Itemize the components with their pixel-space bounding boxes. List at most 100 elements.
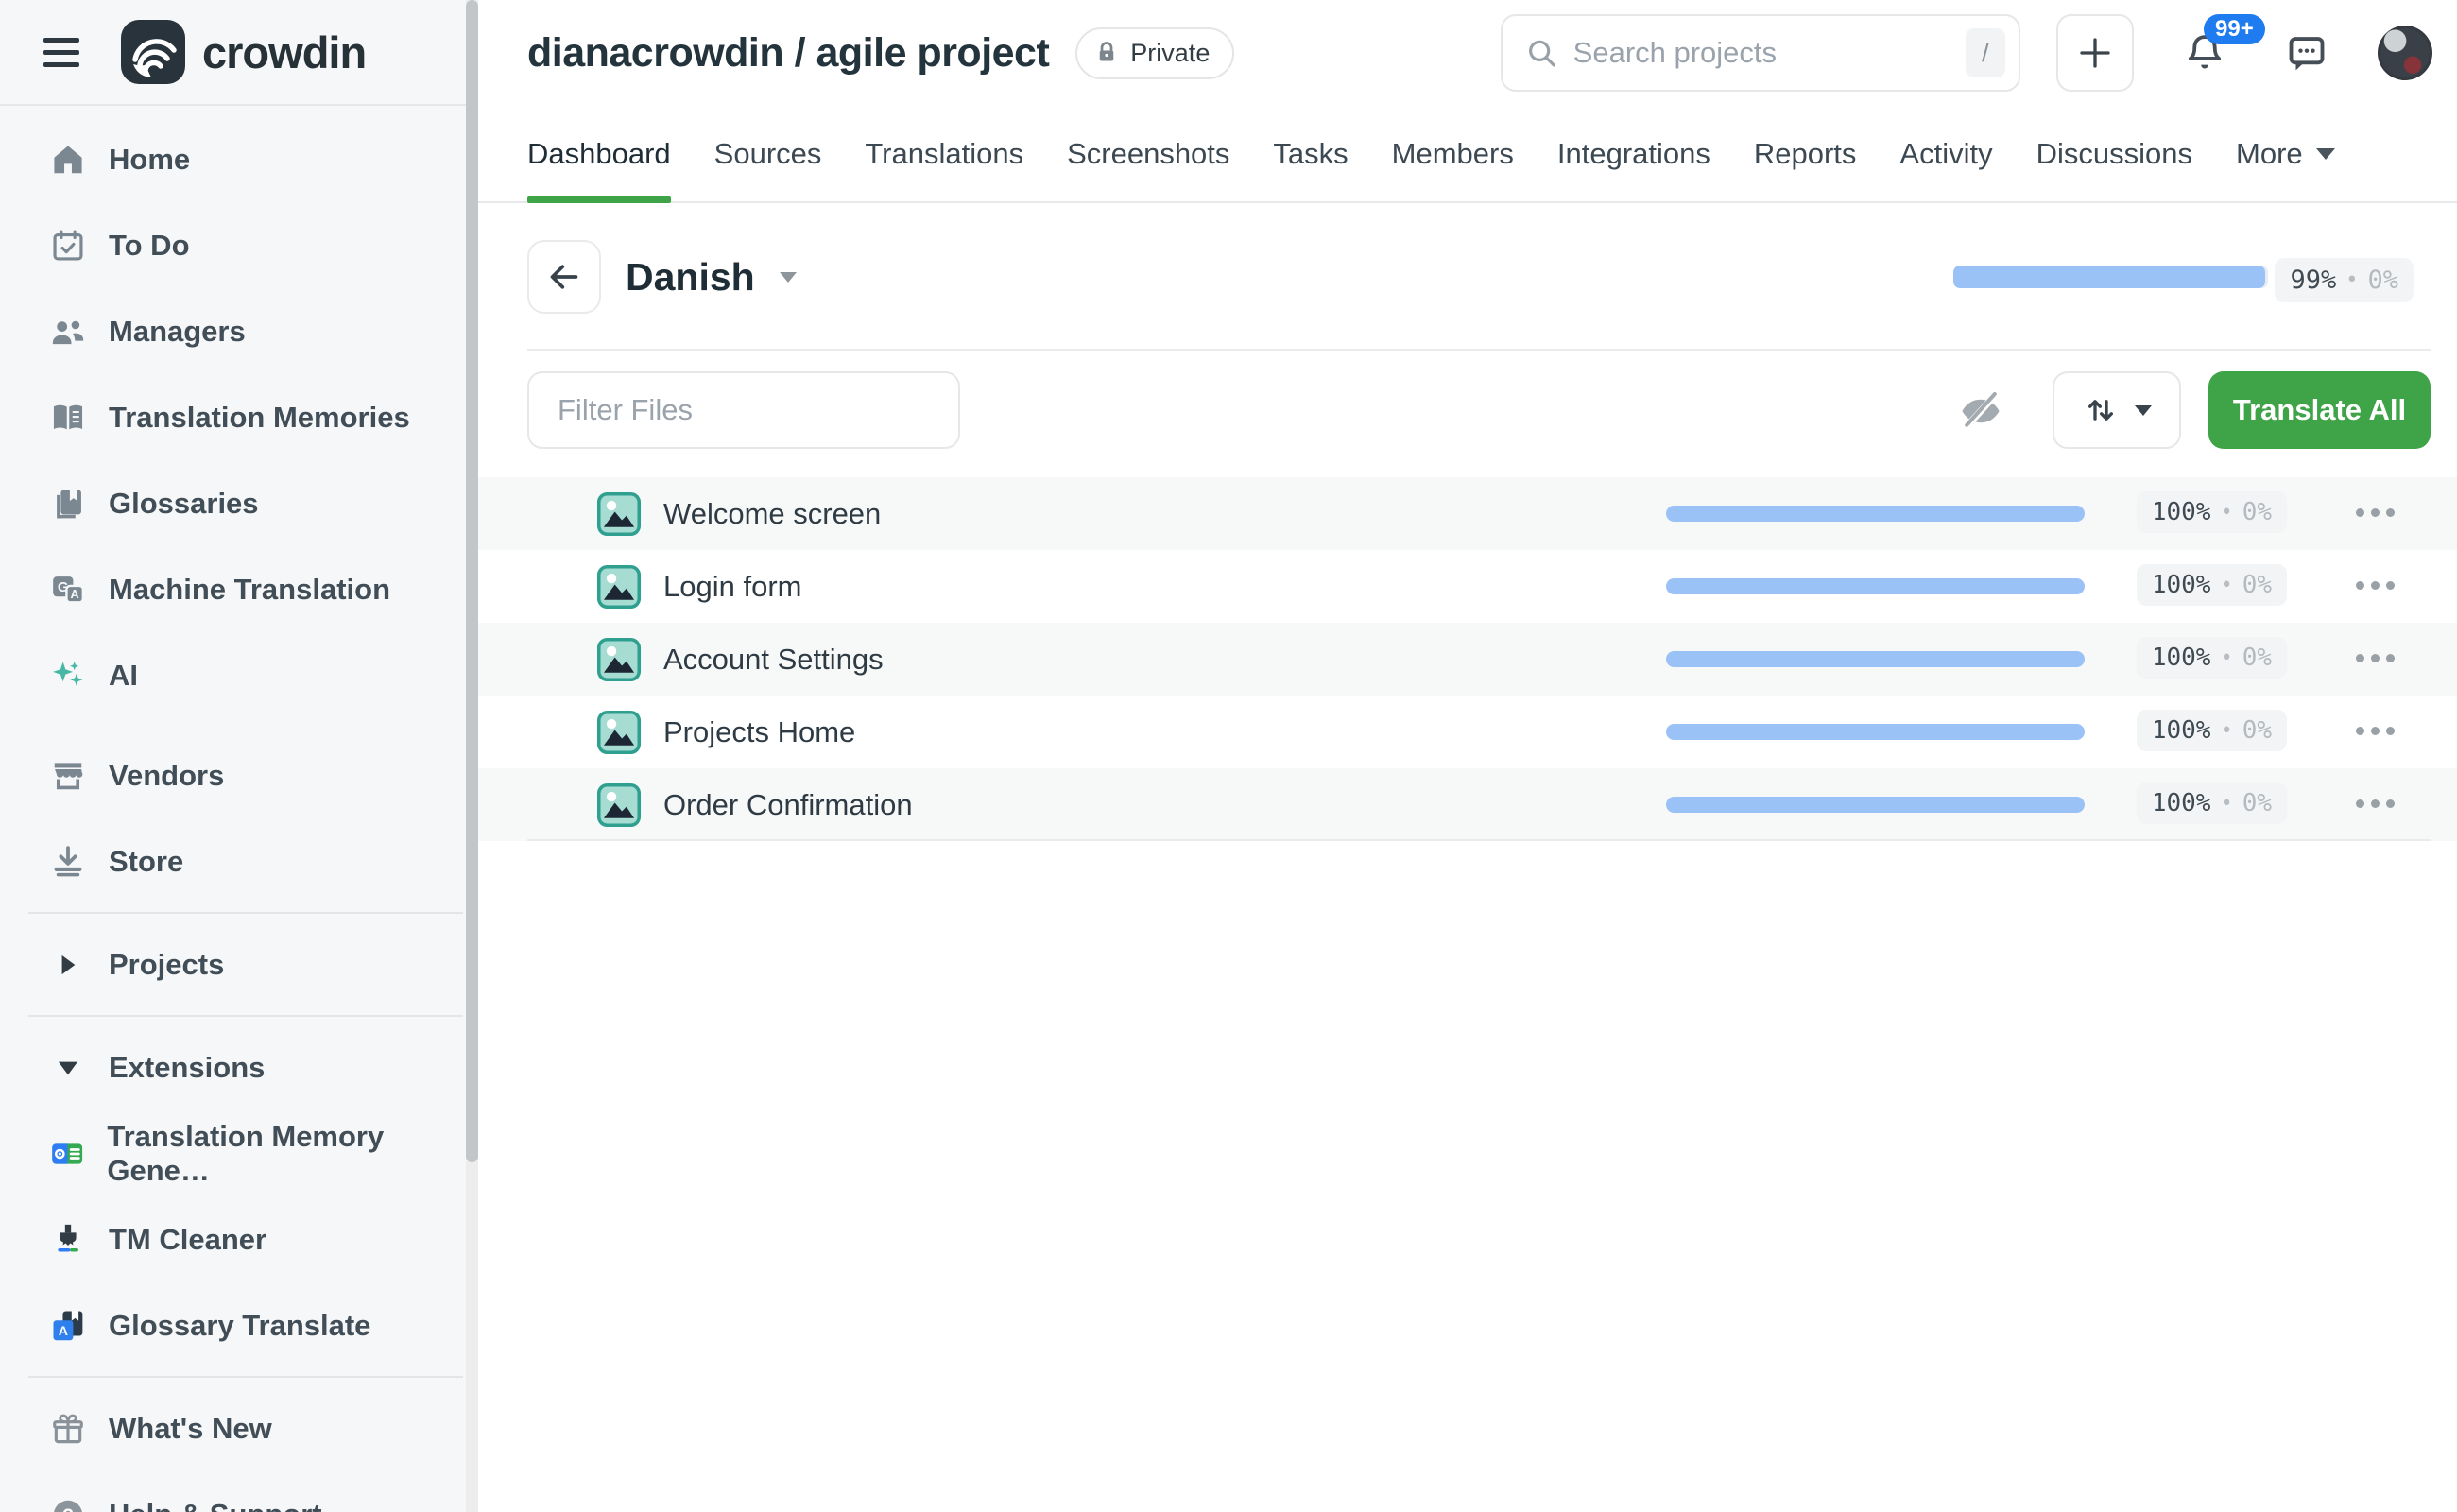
sidebar-item-managers[interactable]: Managers	[0, 288, 478, 374]
sidebar-item-whats-new[interactable]: What's New	[0, 1385, 478, 1471]
privacy-badge: Private	[1075, 27, 1234, 79]
sidebar-item-glossaries[interactable]: Glossaries	[0, 460, 478, 546]
screenshot-file-icon	[595, 563, 643, 610]
crowdin-logo[interactable]: crowdin	[121, 20, 366, 84]
crowdin-project-screen: crowdin Home To Do Managers Translation …	[0, 0, 2457, 1512]
plus-icon	[2076, 34, 2114, 72]
sort-arrows-icon	[2082, 391, 2120, 429]
create-project-button[interactable]	[2056, 14, 2134, 92]
filter-box	[527, 371, 960, 449]
chat-icon	[2285, 31, 2328, 75]
language-progress-fill	[1953, 266, 2265, 288]
sidebar-nav: Home To Do Managers Translation Memories…	[0, 106, 478, 1512]
sidebar-item-translation-memories[interactable]: Translation Memories	[0, 374, 478, 460]
chevron-right-icon	[58, 953, 78, 977]
hamburger-menu-icon[interactable]	[43, 38, 81, 67]
sidebar-item-todo[interactable]: To Do	[0, 202, 478, 288]
tab-activity[interactable]: Activity	[1899, 106, 1992, 201]
sidebar-divider	[28, 1376, 463, 1378]
file-progress-bar	[1666, 724, 2085, 740]
sidebar-item-glossary-translate[interactable]: A Glossary Translate	[0, 1282, 478, 1368]
tab-sources[interactable]: Sources	[714, 106, 822, 201]
language-selector[interactable]: Danish	[626, 203, 797, 351]
sidebar-item-label: What's New	[109, 1412, 272, 1446]
file-row: Welcome screen 100%•0%	[478, 477, 2457, 550]
sidebar-item-tm-generator[interactable]: Translation Memory Gene…	[0, 1110, 478, 1196]
sidebar-item-label: Store	[109, 845, 183, 879]
translation-memories-icon	[50, 400, 86, 436]
tab-screenshots[interactable]: Screenshots	[1067, 106, 1229, 201]
back-button[interactable]	[527, 240, 601, 314]
tab-members[interactable]: Members	[1392, 106, 1514, 201]
screenshot-file-icon	[595, 490, 643, 538]
sidebar-scrollbar-thumb[interactable]	[466, 0, 478, 1162]
language-panel: Danish 99% • 0%	[478, 203, 2457, 351]
sidebar-item-label: Home	[109, 143, 190, 177]
screenshot-file-icon	[595, 636, 643, 683]
tab-reports[interactable]: Reports	[1754, 106, 1857, 201]
file-name-link[interactable]: Welcome screen	[663, 497, 881, 531]
tab-dashboard[interactable]: Dashboard	[527, 106, 671, 201]
tab-tasks[interactable]: Tasks	[1273, 106, 1348, 201]
messages-button[interactable]	[2285, 31, 2328, 75]
file-actions-menu[interactable]	[2356, 727, 2395, 735]
sidebar-item-projects[interactable]: Projects	[0, 921, 478, 1007]
sidebar-item-home[interactable]: Home	[0, 116, 478, 202]
help-icon: ?	[50, 1497, 86, 1512]
sidebar-item-store[interactable]: Store	[0, 818, 478, 904]
filter-files-input[interactable]	[529, 373, 958, 447]
notifications-count-badge: 99+	[2204, 14, 2265, 44]
sidebar-item-machine-translation[interactable]: GA Machine Translation	[0, 546, 478, 632]
file-progress-stats: 100%•0%	[2137, 637, 2287, 679]
tab-translations[interactable]: Translations	[865, 106, 1023, 201]
tab-integrations[interactable]: Integrations	[1557, 106, 1710, 201]
user-avatar[interactable]	[2378, 26, 2432, 80]
chevron-down-icon	[780, 272, 797, 283]
crowdin-logo-icon	[121, 20, 185, 84]
file-name-link[interactable]: Account Settings	[663, 643, 884, 677]
sidebar-item-label: AI	[109, 659, 138, 693]
file-actions-menu[interactable]	[2356, 581, 2395, 590]
file-actions-menu[interactable]	[2356, 799, 2395, 808]
file-progress-stats: 100%•0%	[2137, 782, 2287, 824]
sidebar-item-tm-cleaner[interactable]: TM Cleaner	[0, 1196, 478, 1282]
screenshot-file-icon	[595, 782, 643, 829]
crowdin-wordmark: crowdin	[202, 26, 366, 78]
file-row: Account Settings 100%•0%	[478, 623, 2457, 696]
sidebar-item-help-support[interactable]: ? Help & Support	[0, 1471, 478, 1512]
sidebar-item-extensions[interactable]: Extensions	[0, 1024, 478, 1110]
chevron-down-icon	[56, 1057, 80, 1078]
sidebar-item-ai[interactable]: AI	[0, 632, 478, 718]
notifications-button[interactable]: 99+	[2183, 31, 2226, 75]
file-progress-bar	[1666, 578, 2085, 594]
sidebar-item-vendors[interactable]: Vendors	[0, 732, 478, 818]
file-row: Order Confirmation 100%•0%	[478, 768, 2457, 841]
sidebar-item-label: To Do	[109, 229, 190, 263]
search-input[interactable]	[1558, 16, 1966, 90]
translate-all-button[interactable]: Translate All	[2208, 371, 2431, 449]
file-row: Login form 100%•0%	[478, 550, 2457, 623]
file-name-link[interactable]: Order Confirmation	[663, 788, 913, 822]
lock-icon	[1092, 39, 1121, 67]
screenshot-file-icon	[595, 709, 643, 756]
home-icon	[50, 142, 86, 178]
vendors-icon	[50, 758, 86, 794]
file-name-link[interactable]: Projects Home	[663, 715, 855, 749]
file-actions-menu[interactable]	[2356, 654, 2395, 662]
file-actions-menu[interactable]	[2356, 508, 2395, 517]
managers-icon	[50, 314, 86, 350]
main-header: dianacrowdin / agile project Private /	[478, 0, 2457, 106]
tab-more[interactable]: More	[2236, 106, 2335, 201]
file-progress-stats: 100%•0%	[2137, 564, 2287, 606]
svg-text:A: A	[59, 1323, 68, 1338]
tab-discussions[interactable]: Discussions	[2036, 106, 2192, 201]
stats-separator: •	[2345, 268, 2358, 292]
sidebar-item-label: Glossaries	[109, 487, 259, 521]
svg-text:?: ?	[62, 1504, 74, 1512]
tm-cleaner-icon	[50, 1222, 86, 1258]
hide-completed-toggle[interactable]	[1958, 388, 2003, 434]
sort-button[interactable]	[2053, 371, 2181, 449]
file-name-link[interactable]: Login form	[663, 570, 801, 604]
search-shortcut-key: /	[1966, 28, 2005, 77]
eye-off-icon	[1958, 388, 2003, 434]
